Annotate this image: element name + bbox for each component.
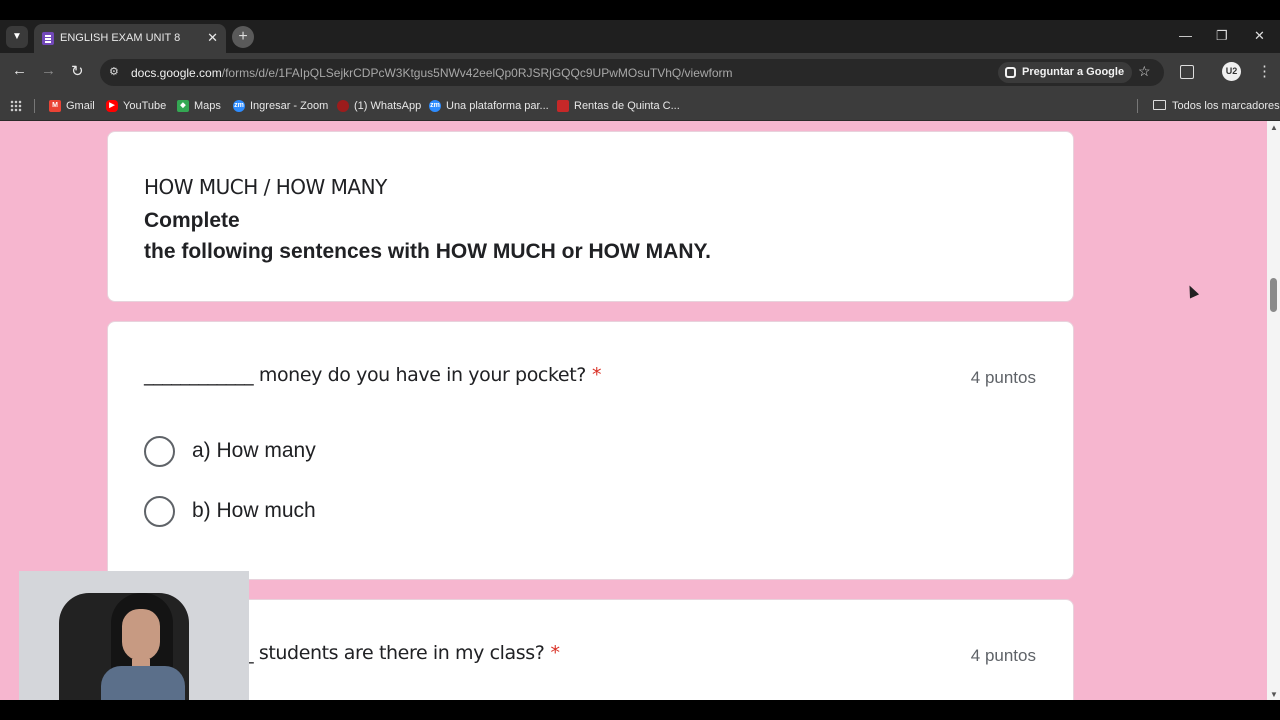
- google-forms-icon: [42, 32, 54, 45]
- screen-top-bar: [0, 0, 1280, 20]
- url-text[interactable]: docs.google.com/forms/d/e/1FAIpQLSejkrCD…: [131, 66, 733, 80]
- whatsapp-icon: [337, 100, 349, 112]
- extensions-icon[interactable]: [1180, 65, 1194, 79]
- page-scrollbar[interactable]: ▲ ▼: [1267, 121, 1280, 700]
- site-info-icon[interactable]: ⚙: [109, 65, 123, 79]
- profile-avatar[interactable]: U2: [1222, 62, 1241, 81]
- reload-icon[interactable]: ↻: [71, 62, 84, 80]
- section-header-card: HOW MUCH / HOW MANY Complete the followi…: [107, 131, 1074, 302]
- scrollbar-thumb[interactable]: [1270, 278, 1277, 312]
- radio-button[interactable]: [144, 436, 175, 467]
- required-asterisk: *: [591, 364, 602, 386]
- section-description-line: the following sentences with HOW MUCH or…: [144, 240, 711, 263]
- radio-button[interactable]: [144, 496, 175, 527]
- bookmark-whatsapp[interactable]: (1) WhatsApp: [337, 97, 421, 115]
- tab-search-chevron-icon[interactable]: ▼: [6, 26, 28, 48]
- close-tab-icon[interactable]: ✕: [207, 30, 218, 46]
- bookmark-label: Maps: [194, 100, 221, 112]
- all-bookmarks-link[interactable]: Todos los marcadores: [1172, 97, 1280, 115]
- close-window-icon[interactable]: ✕: [1254, 28, 1265, 44]
- bookmark-label: Una plataforma par...: [446, 100, 549, 112]
- section-title: HOW MUCH / HOW MANY: [144, 175, 387, 199]
- active-tab[interactable]: ENGLISH EXAM UNIT 8 ✕: [34, 24, 226, 53]
- webcam-person-body: [101, 666, 185, 700]
- restore-icon[interactable]: ❐: [1216, 28, 1228, 44]
- back-icon[interactable]: ←: [12, 62, 27, 79]
- google-lens-icon: [1005, 67, 1016, 78]
- webcam-person-face: [122, 609, 160, 661]
- section-description-line: Complete: [144, 209, 240, 232]
- bookmark-rentas[interactable]: Rentas de Quinta C...: [557, 97, 680, 115]
- scroll-up-arrow-icon[interactable]: ▲: [1270, 123, 1278, 132]
- option-label[interactable]: a) How many: [192, 439, 316, 463]
- question-points: 4 puntos: [970, 368, 1036, 387]
- question-card: ____________ money do you have in your p…: [107, 321, 1074, 580]
- bookmark-label: (1) WhatsApp: [354, 100, 422, 112]
- option-label[interactable]: b) How much: [192, 499, 316, 523]
- bookmark-star-icon[interactable]: ☆: [1138, 63, 1151, 80]
- gmail-icon: M: [49, 100, 61, 112]
- bookmark-label: YouTube: [123, 100, 167, 112]
- bookmark-label: Rentas de Quinta C...: [574, 100, 680, 112]
- mouse-cursor-icon: [1184, 283, 1200, 299]
- bookmarks-bar: M Gmail ▶ YouTube ◆ Maps zm Ingresar - Zoom …: [0, 91, 1280, 121]
- bookmarks-divider: [1137, 99, 1138, 113]
- bookmark-maps[interactable]: ◆ Maps: [177, 97, 221, 115]
- bookmark-platform[interactable]: zm Una plataforma par...: [429, 97, 549, 115]
- required-asterisk: *: [550, 642, 560, 664]
- browser-toolbar: ← → ↻ ⚙ docs.google.com/forms/d/e/1FAIpQ…: [0, 53, 1280, 91]
- new-tab-button[interactable]: +: [232, 26, 254, 48]
- browser-menu-icon[interactable]: ⋮: [1257, 62, 1272, 80]
- tab-strip: ▼ ENGLISH EXAM UNIT 8 ✕ + — ❐ ✕: [0, 20, 1280, 53]
- bookmark-gmail[interactable]: M Gmail: [49, 97, 95, 115]
- question-points: 4 puntos: [970, 646, 1036, 665]
- maps-icon: ◆: [177, 100, 189, 112]
- bookmark-label: Ingresar - Zoom: [250, 100, 329, 112]
- rentas-icon: [557, 100, 569, 112]
- zoom-icon: zm: [429, 100, 441, 112]
- youtube-icon: ▶: [106, 100, 118, 112]
- screen-bottom-bar: [0, 700, 1280, 720]
- minimize-icon[interactable]: —: [1179, 28, 1192, 43]
- bookmark-zoom[interactable]: zm Ingresar - Zoom: [233, 97, 328, 115]
- ask-google-label: Preguntar a Google: [1022, 66, 1125, 78]
- bookmark-youtube[interactable]: ▶ YouTube: [106, 97, 166, 115]
- webcam-overlay: [19, 571, 249, 700]
- zoom-icon: zm: [233, 100, 245, 112]
- scroll-down-arrow-icon[interactable]: ▼: [1270, 690, 1278, 699]
- bookmark-label: Gmail: [66, 100, 95, 112]
- forward-icon[interactable]: →: [41, 62, 56, 79]
- apps-grid-icon[interactable]: [10, 100, 22, 112]
- url-path: /forms/d/e/1FAIpQLSejkrCDPcW3Ktgus5NWv42…: [221, 66, 733, 80]
- question-text: ____________ money do you have in your p…: [144, 364, 601, 386]
- question-card: ____________ students are there in my cl…: [107, 599, 1074, 700]
- section-description: Complete the following sentences with HO…: [144, 205, 711, 267]
- tab-title: ENGLISH EXAM UNIT 8: [60, 32, 181, 44]
- address-bar[interactable]: ⚙ docs.google.com/forms/d/e/1FAIpQLSejkr…: [100, 59, 1164, 86]
- ask-google-button[interactable]: Preguntar a Google: [998, 62, 1133, 83]
- url-host: docs.google.com: [131, 66, 222, 80]
- folder-icon[interactable]: [1153, 100, 1166, 110]
- question-prompt: ____________ money do you have in your p…: [144, 364, 586, 386]
- bookmarks-divider: [34, 99, 35, 113]
